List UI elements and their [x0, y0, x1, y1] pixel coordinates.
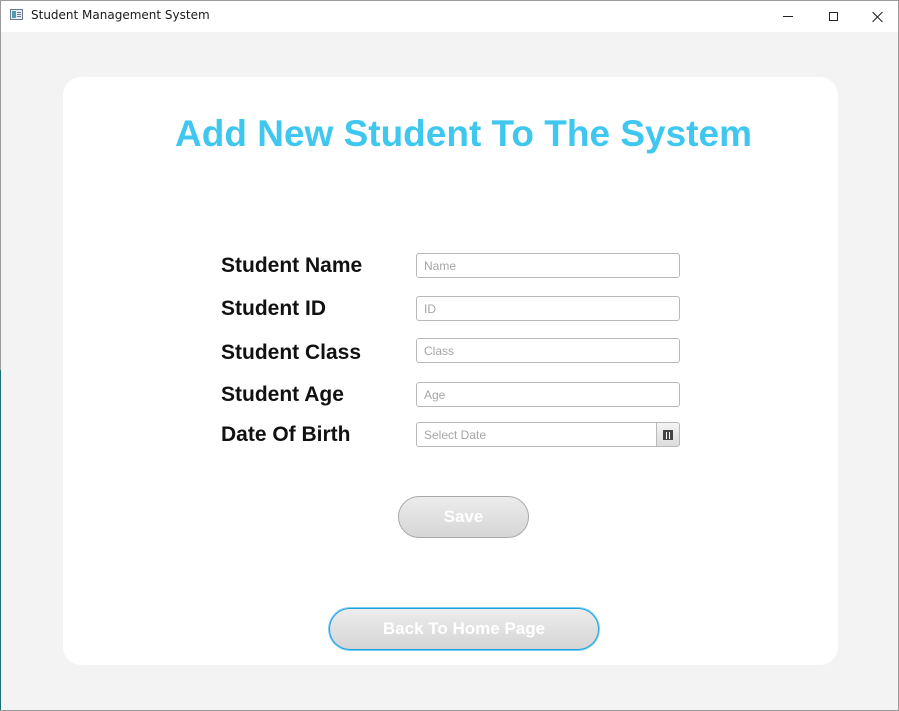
app-icon — [10, 9, 23, 20]
window-title: Student Management System — [31, 8, 210, 22]
maximize-icon — [828, 12, 838, 21]
date-of-birth-input[interactable] — [416, 422, 656, 447]
student-class-label: Student Class — [221, 341, 362, 364]
student-id-input[interactable] — [416, 296, 680, 321]
minimize-button[interactable] — [765, 1, 811, 32]
title-bar[interactable]: Student Management System — [1, 1, 898, 32]
save-button[interactable]: Save — [398, 496, 529, 538]
student-age-label: Student Age — [221, 383, 344, 406]
date-of-birth-label: Date Of Birth — [221, 423, 351, 446]
minimize-icon — [783, 16, 793, 17]
date-of-birth-picker — [416, 422, 680, 447]
form-card — [63, 77, 838, 665]
page-title: Add New Student To The System — [175, 113, 752, 154]
desktop-edge — [0, 370, 1, 710]
maximize-button[interactable] — [810, 1, 856, 32]
close-icon — [872, 11, 884, 23]
student-name-label: Student Name — [221, 254, 363, 277]
close-button[interactable] — [855, 1, 899, 32]
calendar-icon — [663, 429, 673, 440]
date-picker-button[interactable] — [656, 422, 680, 447]
back-to-home-button[interactable]: Back To Home Page — [329, 608, 599, 650]
student-age-input[interactable] — [416, 382, 680, 407]
student-class-input[interactable] — [416, 338, 680, 363]
student-id-label: Student ID — [221, 297, 326, 320]
student-name-input[interactable] — [416, 253, 680, 278]
